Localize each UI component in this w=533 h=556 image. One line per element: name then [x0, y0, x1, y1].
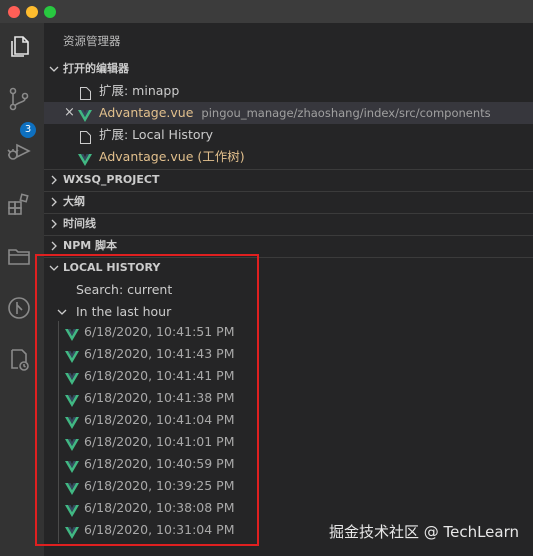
history-entry[interactable]: 6/18/2020, 10:41:41 PM [44, 365, 533, 387]
history-entry[interactable]: 6/18/2020, 10:40:59 PM [44, 453, 533, 475]
history-entry[interactable]: 6/18/2020, 10:41:38 PM [44, 387, 533, 409]
local-history-search[interactable]: Search: current [44, 279, 533, 301]
run-debug-icon[interactable] [6, 138, 32, 164]
history-timestamp: 6/18/2020, 10:41:43 PM [84, 346, 235, 361]
history-timestamp: 6/18/2020, 10:40:59 PM [84, 456, 235, 471]
file-icon [80, 129, 91, 144]
vue-icon [65, 370, 79, 385]
activity-bar: 3 [0, 23, 44, 556]
history-timestamp: 6/18/2020, 10:39:25 PM [84, 478, 235, 493]
history-timestamp: 6/18/2020, 10:41:38 PM [84, 390, 235, 405]
history-timestamp: 6/18/2020, 10:41:51 PM [84, 324, 235, 339]
history-timestamp: 6/18/2020, 10:38:08 PM [84, 500, 235, 515]
section-npm-scripts[interactable]: NPM 脚本 [44, 235, 533, 257]
local-history-label: LOCAL HISTORY [63, 261, 161, 274]
vue-icon [78, 151, 92, 166]
open-editor-item[interactable]: 扩展: minapp [44, 80, 533, 102]
vue-icon [65, 348, 79, 363]
history-timestamp: 6/18/2020, 10:41:01 PM [84, 434, 235, 449]
open-editor-label: Advantage.vue (工作树) [99, 149, 245, 164]
watermark: 掘金技术社区 @ TechLearn [328, 523, 519, 541]
open-editor-path: pingou_manage/zhaoshang/index/src/compon… [201, 106, 491, 120]
folder-icon[interactable] [6, 243, 32, 269]
source-control-icon[interactable] [6, 86, 32, 112]
vue-icon [65, 436, 79, 451]
title-bar [0, 0, 533, 23]
history-entry[interactable]: 6/18/2020, 10:41:01 PM [44, 431, 533, 453]
local-history-header[interactable]: LOCAL HISTORY [44, 257, 533, 279]
files-icon[interactable] [6, 33, 32, 59]
history-entry[interactable]: 6/18/2020, 10:41:43 PM [44, 343, 533, 365]
chevron-down-icon [57, 301, 69, 323]
file-icon [80, 85, 91, 100]
vue-icon [65, 524, 79, 539]
chevron-down-icon [49, 257, 61, 279]
open-editor-label: Advantage.vue [99, 105, 194, 120]
open-editor-item[interactable]: 扩展: Local History [44, 124, 533, 146]
close-icon[interactable]: × [64, 102, 75, 124]
close-window-button[interactable] [8, 6, 20, 18]
vue-icon [65, 392, 79, 407]
history-entry[interactable]: 6/18/2020, 10:41:04 PM [44, 409, 533, 431]
chevron-right-icon [49, 191, 61, 213]
vue-icon [78, 107, 92, 122]
explorer-title: 资源管理器 [63, 34, 121, 48]
open-editors-header[interactable]: 打开的编辑器 [44, 58, 533, 80]
history-entry[interactable]: 6/18/2020, 10:38:08 PM [44, 497, 533, 519]
section-label: WXSQ_PROJECT [63, 173, 160, 186]
history-timestamp: 6/18/2020, 10:31:04 PM [84, 522, 235, 537]
history-entry[interactable]: 6/18/2020, 10:39:25 PM [44, 475, 533, 497]
minimize-window-button[interactable] [26, 6, 38, 18]
open-editor-label: 扩展: Local History [99, 127, 214, 142]
vue-icon [65, 414, 79, 429]
vue-icon [65, 480, 79, 495]
section-label: 时间线 [63, 217, 96, 230]
maximize-window-button[interactable] [44, 6, 56, 18]
open-editors-label: 打开的编辑器 [63, 62, 129, 75]
source-control-badge: 3 [20, 122, 36, 138]
vue-icon [65, 326, 79, 341]
history-entry[interactable]: 6/18/2020, 10:41:51 PM [44, 321, 533, 343]
section-timeline[interactable]: 时间线 [44, 213, 533, 235]
section-label: NPM 脚本 [63, 239, 118, 252]
history-timestamp: 6/18/2020, 10:41:41 PM [84, 368, 235, 383]
chevron-right-icon [49, 169, 61, 191]
chevron-right-icon [49, 213, 61, 235]
history-group-label: In the last hour [76, 304, 172, 319]
search-label: Search: current [76, 282, 173, 297]
chevron-right-icon [49, 235, 61, 257]
section-label: 大纲 [63, 195, 85, 208]
history-timestamp: 6/18/2020, 10:41:04 PM [84, 412, 235, 427]
history-file-icon[interactable] [6, 347, 32, 373]
open-editor-label: 扩展: minapp [99, 83, 180, 98]
open-editor-item[interactable]: × Advantage.vue pingou_manage/zhaoshang/i… [44, 102, 533, 124]
section-wxsq-project[interactable]: WXSQ_PROJECT [44, 169, 533, 191]
open-editor-item[interactable]: Advantage.vue (工作树) [44, 146, 533, 168]
vue-icon [65, 458, 79, 473]
explorer-sidebar: 资源管理器 打开的编辑器 扩展: minapp × Advantage.vue p… [44, 23, 533, 556]
vue-icon [65, 502, 79, 517]
section-outline[interactable]: 大纲 [44, 191, 533, 213]
history-group[interactable]: In the last hour [44, 301, 533, 323]
chevron-down-icon [49, 58, 61, 80]
git-graph-icon[interactable] [6, 295, 32, 321]
extensions-icon[interactable] [6, 191, 32, 217]
